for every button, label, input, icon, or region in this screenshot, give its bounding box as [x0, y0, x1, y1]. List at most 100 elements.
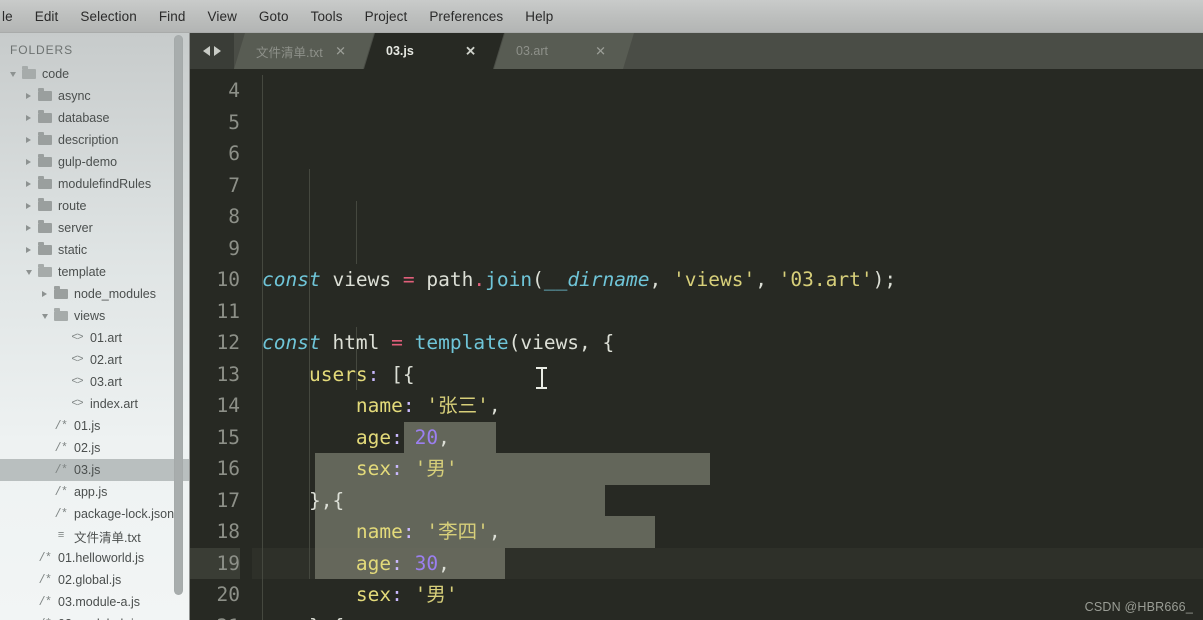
code-lines[interactable]: const views = path.join(__dirname, 'view…	[262, 264, 1203, 620]
chevron-right-icon[interactable]	[22, 247, 35, 253]
chevron-down-icon[interactable]	[38, 313, 51, 319]
tree-item-gulp-demo[interactable]: gulp-demo	[0, 151, 189, 173]
tree-item-.txt[interactable]: ≡ 文件清单.txt	[0, 525, 189, 547]
chevron-down-icon[interactable]	[6, 71, 19, 77]
menu-item-edit[interactable]: Edit	[24, 6, 70, 27]
chevron-right-icon[interactable]	[22, 203, 35, 209]
folder-icon	[35, 132, 55, 145]
tree-item-code[interactable]: code	[0, 63, 189, 85]
code-token: :	[402, 520, 415, 543]
code-line[interactable]	[262, 296, 1203, 328]
tree-item-index.art[interactable]: <> index.art	[0, 393, 189, 415]
tree-item-02.global.js[interactable]: /* 02.global.js	[0, 569, 189, 591]
chevron-right-icon[interactable]	[38, 291, 51, 297]
tree-item-03.js[interactable]: /* 03.js	[0, 459, 189, 481]
code-content[interactable]: const views = path.join(__dirname, 'view…	[252, 75, 1203, 620]
tab-.txt[interactable]: 文件清单.txt ✕	[234, 33, 374, 69]
menu-item-view[interactable]: View	[197, 6, 248, 27]
chevron-right-icon[interactable]	[22, 93, 35, 99]
js-file-icon: /*	[38, 595, 52, 609]
menu-item-goto[interactable]: Goto	[248, 6, 300, 27]
menu-item-find[interactable]: Find	[148, 6, 197, 27]
menu-item-tools[interactable]: Tools	[300, 6, 354, 27]
tree-item-database[interactable]: database	[0, 107, 189, 129]
code-token: sex	[355, 457, 392, 480]
mouse-ibeam-cursor	[536, 367, 547, 389]
menu-item-project[interactable]: Project	[354, 6, 419, 27]
chevron-down-icon[interactable]	[22, 269, 35, 275]
tree-item-async[interactable]: async	[0, 85, 189, 107]
tree-item-package-lock.json[interactable]: /* package-lock.json	[0, 503, 189, 525]
tab-03.art[interactable]: 03.art ✕	[494, 33, 634, 69]
line-number: 8	[228, 205, 240, 228]
sidebar-file-tree[interactable]: FOLDERS code async database description gulp…	[0, 33, 190, 620]
tab-label: 03.art	[516, 44, 548, 58]
chevron-right-icon[interactable]	[22, 225, 35, 231]
menu-item-selection[interactable]: Selection	[69, 6, 147, 27]
tree-item-02.art[interactable]: <> 02.art	[0, 349, 189, 371]
chevron-right-icon[interactable]	[22, 115, 35, 121]
tree-item-app.js[interactable]: /* app.js	[0, 481, 189, 503]
code-line[interactable]: sex: '男'	[262, 453, 1203, 485]
code-line[interactable]: age: 20,	[262, 422, 1203, 454]
line-number: 17	[216, 488, 240, 512]
code-line[interactable]: const html = template(views, {	[262, 327, 1203, 359]
close-icon[interactable]: ✕	[595, 45, 606, 58]
tree-item-node_modules[interactable]: node_modules	[0, 283, 189, 305]
tree-item-description[interactable]: description	[0, 129, 189, 151]
code-token: age	[355, 551, 392, 575]
tree-item-03.module-b.js[interactable]: /*03.module-b.js	[0, 613, 189, 620]
tree-item-01.js[interactable]: /* 01.js	[0, 415, 189, 437]
code-line[interactable]: name: '张三',	[262, 390, 1203, 422]
code-line[interactable]: },{	[262, 485, 1203, 517]
tree-item-03.module-a.js[interactable]: /* 03.module-a.js	[0, 591, 189, 613]
line-number: 15	[216, 425, 240, 449]
line-number: 10	[216, 268, 240, 291]
line-number: 13	[216, 362, 240, 386]
folder-icon	[35, 88, 55, 101]
code-line[interactable]: name: '李四',	[262, 516, 1203, 548]
tab-03.js[interactable]: 03.js ✕	[364, 33, 504, 69]
tree-item-03.art[interactable]: <> 03.art	[0, 371, 189, 393]
menu-item-preferences[interactable]: Preferences	[418, 6, 514, 27]
line-number: 19	[190, 547, 240, 579]
tree-item-views[interactable]: views	[0, 305, 189, 327]
sidebar-scrollbar[interactable]	[174, 35, 183, 595]
chevron-right-icon[interactable]	[22, 137, 35, 143]
tree-item-template[interactable]: template	[0, 261, 189, 283]
code-token: '李四'	[426, 520, 489, 543]
close-icon[interactable]: ✕	[335, 45, 346, 58]
folder-icon	[35, 110, 55, 123]
tab-nav-buttons[interactable]	[190, 33, 234, 69]
code-token: join	[485, 268, 533, 291]
code-editor[interactable]: 4 5 6 7 8 9 10 11 12 13 14 15 16 17 18 19 20 21 const vie…	[190, 69, 1203, 620]
code-line[interactable]: users: [{	[262, 359, 1203, 391]
code-line[interactable]: age: 30,	[262, 548, 1203, 580]
tree-item-route[interactable]: route	[0, 195, 189, 217]
menu-item-help[interactable]: Help	[514, 6, 564, 27]
tree-item-label: database	[58, 111, 110, 125]
chevron-left-icon[interactable]	[203, 46, 210, 56]
chevron-right-icon[interactable]	[22, 159, 35, 165]
tree-item-02.js[interactable]: /* 02.js	[0, 437, 189, 459]
tree-item-01.helloworld.js[interactable]: /* 01.helloworld.js	[0, 547, 189, 569]
tree-item-01.art[interactable]: <> 01.art	[0, 327, 189, 349]
menu-item-le[interactable]: le	[0, 6, 24, 27]
chevron-right-icon[interactable]	[22, 181, 35, 187]
folder-icon	[35, 154, 55, 167]
code-line[interactable]: },{	[262, 611, 1203, 620]
tree-item-server[interactable]: server	[0, 217, 189, 239]
close-icon[interactable]: ✕	[465, 45, 476, 58]
chevron-right-icon[interactable]	[214, 46, 221, 56]
file-tree[interactable]: code async database description gulp-demo mod…	[0, 63, 189, 620]
code-token: =	[391, 331, 403, 354]
code-line[interactable]: const views = path.join(__dirname, 'view…	[262, 264, 1203, 296]
code-line[interactable]: sex: '男'	[262, 579, 1203, 611]
tree-item-static[interactable]: static	[0, 239, 189, 261]
tree-item-modulefindRules[interactable]: modulefindRules	[0, 173, 189, 195]
folder-open-icon	[19, 66, 39, 79]
